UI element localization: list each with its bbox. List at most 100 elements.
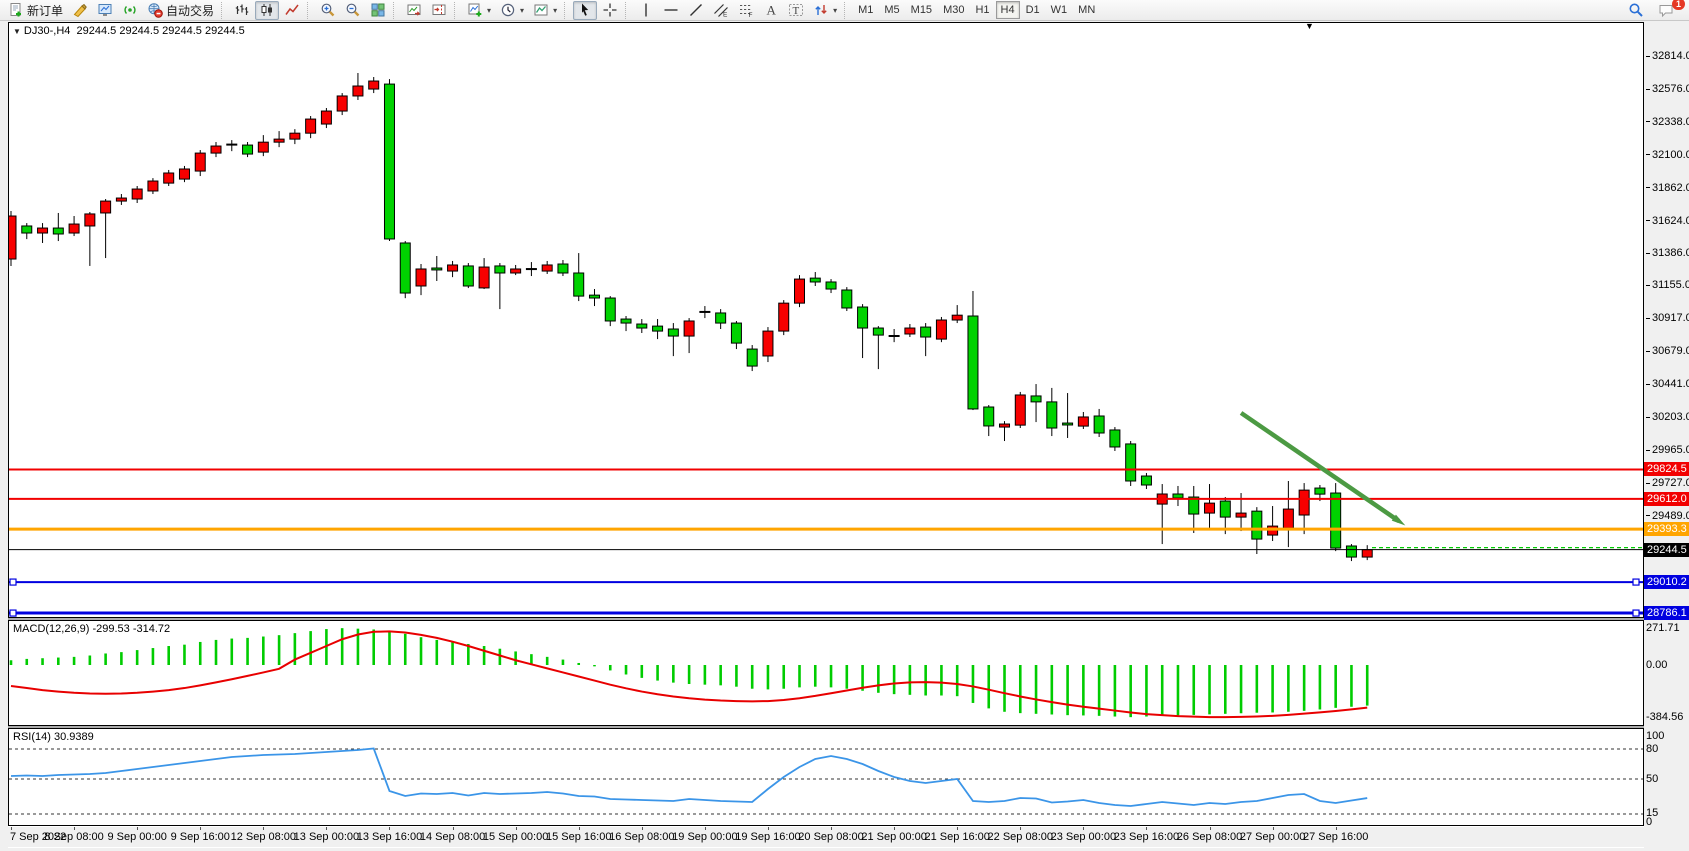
toolbar-separator [625,2,630,19]
auto-scroll-button[interactable] [402,1,426,20]
time-tick [894,827,895,830]
candle-up [479,267,489,288]
rsi-axis-label: 100 [1646,730,1664,742]
candle-down [873,328,883,335]
time-tick [453,827,454,830]
auto-scroll-icon [406,2,422,18]
signal-button[interactable] [118,1,142,20]
line-handle [1633,579,1639,585]
time-axis-label: 21 Sep 00:00 [861,831,926,843]
candle-up [952,315,962,320]
time-tick [642,827,643,830]
time-axis[interactable]: 7 Sep 20228 Sep 08:009 Sep 00:009 Sep 16… [8,827,1644,847]
text-button[interactable]: A [759,1,783,20]
chart-shift-button[interactable] [427,1,451,20]
price-axis[interactable]: 32814.032576.032338.032100.031862.031624… [1646,22,1689,848]
rsi-axis-label: 50 [1646,773,1658,785]
chat-button[interactable]: 1 [1654,1,1679,20]
new-order-button[interactable]: 新订单 [4,1,67,20]
toolbar-separator [307,2,312,19]
cursor-button[interactable] [573,1,597,20]
candle-up [306,119,316,133]
time-axis-label: 22 Sep 08:00 [988,831,1053,843]
trend-arrow [1241,413,1399,521]
candle-up [321,111,331,124]
timeframe-button-m30[interactable]: M30 [938,1,969,19]
candle-down [1094,416,1104,433]
time-axis-label: 27 Sep 00:00 [1240,831,1305,843]
macd-axis-label: 271.71 [1646,622,1680,634]
rsi-chart-svg [9,729,1643,825]
price-axis-label: 32814.0 [1646,50,1689,62]
fibonacci-button[interactable]: F [734,1,758,20]
new-chart-button[interactable]: ▾ [463,1,495,20]
timeframe-button-w1[interactable]: W1 [1046,1,1073,19]
collapse-arrow-icon[interactable]: ▼ [13,27,21,36]
market-watch-button[interactable] [93,1,117,20]
timeframe-button-h4[interactable]: H4 [996,1,1020,19]
time-tick [389,827,390,830]
candle-down [1126,444,1136,481]
macd-pane[interactable]: MACD(12,26,9) -299.53 -314.72 [8,620,1644,726]
candle-down [589,295,599,298]
trendline-button[interactable] [684,1,708,20]
candle-up [700,311,710,312]
toolbar: 新订单自动交易▾▾▾EFAT▾M1M5M15M30H1H4D1W1MN 1 [0,0,1689,21]
time-axis-label: 13 Sep 16:00 [357,831,422,843]
brush-icon [72,2,88,18]
time-axis-label: 8 Sep 08:00 [44,831,103,843]
timeframe-button-d1[interactable]: D1 [1021,1,1045,19]
time-tick [11,827,12,830]
chart-shift-marker-icon[interactable]: ▼ [1305,21,1314,31]
auto-trading-button[interactable]: 自动交易 [143,1,218,20]
search-button[interactable] [1624,1,1648,20]
arrows-button[interactable]: ▾ [809,1,841,20]
price-axis-label: 30679.0 [1646,345,1689,357]
zoom-in-button[interactable] [316,1,340,20]
rsi-pane[interactable]: RSI(14) 30.9389 [8,728,1644,826]
candle-down [826,282,836,289]
time-tick [516,827,517,830]
candle-up [1299,490,1309,515]
svg-text:F: F [749,12,753,18]
candle-up [148,181,158,191]
toolbar-separator [564,2,569,19]
candle-up [1205,503,1215,513]
hline-icon [663,2,679,18]
tile-windows-button[interactable] [366,1,390,20]
styles-button[interactable] [68,1,92,20]
period-button[interactable]: ▾ [496,1,528,20]
zoom-out-button[interactable] [341,1,365,20]
bar-chart-button[interactable] [230,1,254,20]
crosshair-button[interactable] [598,1,622,20]
channel-button[interactable]: E [709,1,733,20]
time-tick [1273,827,1274,830]
timeframe-button-m1[interactable]: M1 [853,1,878,19]
template-button[interactable]: ▾ [529,1,561,20]
vline-button[interactable] [634,1,658,20]
text-label-button[interactable]: T [784,1,808,20]
candle-down [889,336,899,337]
chevron-down-icon: ▾ [833,6,837,15]
candle-down [22,226,32,233]
time-axis-label: 23 Sep 16:00 [1114,831,1179,843]
candle-chart-button[interactable] [255,1,279,20]
time-axis-label: 15 Sep 00:00 [483,831,548,843]
hline-button[interactable] [659,1,683,20]
chart-area[interactable]: ▼DJ30-,H4 29244.5 29244.5 29244.5 29244.… [8,22,1644,848]
line-chart-button[interactable] [280,1,304,20]
timeframe-button-m5[interactable]: M5 [879,1,904,19]
timeframe-button-mn[interactable]: MN [1073,1,1100,19]
candle-up [1015,395,1025,425]
cursor-icon [577,2,593,18]
price-badge-29612.0: 29612.0 [1644,492,1689,506]
candle-down [810,278,820,282]
chat-notification-badge: 1 [1672,0,1685,10]
price-axis-label: 29489.0 [1646,510,1689,522]
zoom-out-icon [345,2,361,18]
timeframe-button-h1[interactable]: H1 [970,1,994,19]
price-pane[interactable]: ▼DJ30-,H4 29244.5 29244.5 29244.5 29244.… [8,22,1644,618]
line-handle [10,579,16,585]
toolbar-button-label: 自动交易 [166,2,214,19]
timeframe-button-m15[interactable]: M15 [906,1,937,19]
